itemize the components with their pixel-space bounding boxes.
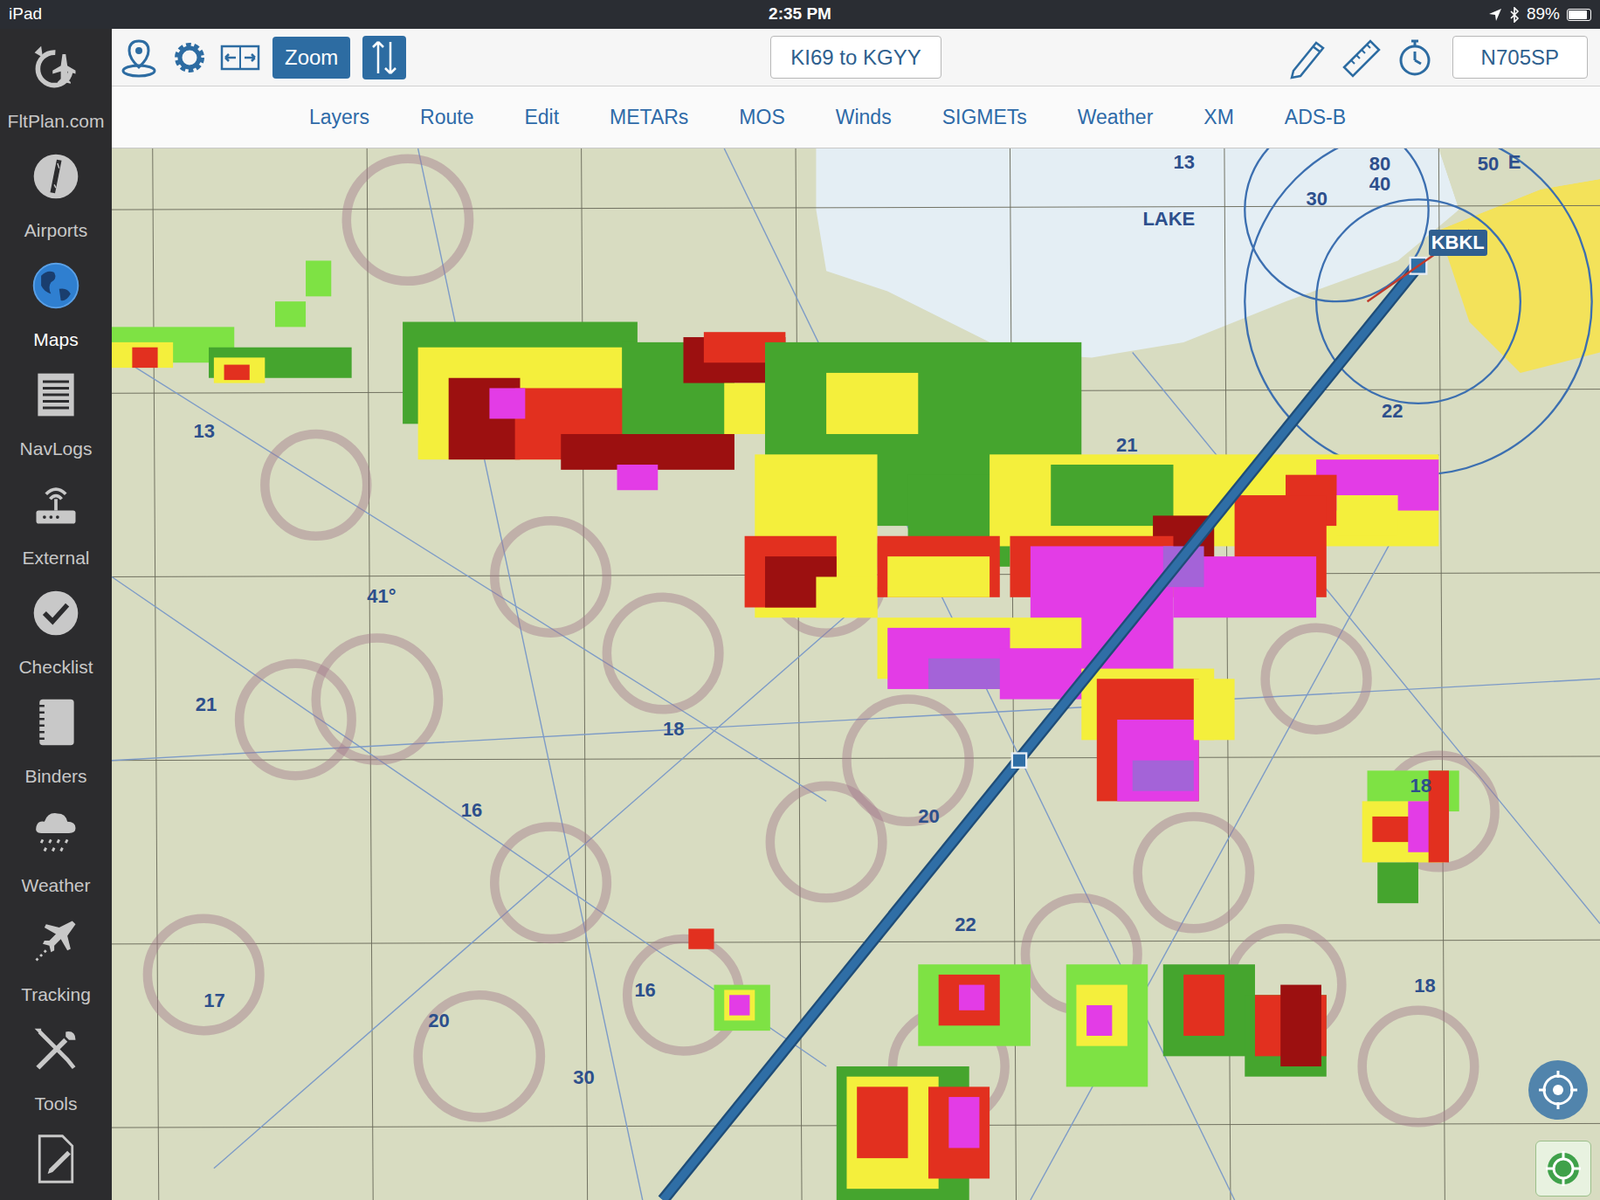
fltplan-icon xyxy=(29,41,83,94)
chart-label: 18 xyxy=(1413,976,1435,996)
sidebar-label: External xyxy=(21,547,90,569)
sidebar-label: NavLogs xyxy=(20,438,93,460)
battery-percent: 89% xyxy=(1526,1,1560,28)
menu-item[interactable]: Route xyxy=(420,102,474,133)
sidebar-label: Binders xyxy=(24,765,87,787)
menu-item[interactable]: SIGMETs xyxy=(942,102,1028,133)
battery-icon xyxy=(1566,8,1592,21)
tools-icon xyxy=(29,1023,83,1076)
tracking-icon xyxy=(29,914,83,967)
sidebar: FltPlan.com Airports Maps NavLogs External Ch… xyxy=(0,28,112,1200)
weather-icon xyxy=(29,805,83,858)
aircraft-button[interactable]: N705SP xyxy=(1452,35,1588,79)
zoom-label: Zoom xyxy=(284,41,338,74)
waypoint-label[interactable]: KBKL xyxy=(1428,229,1488,256)
ruler-icon[interactable] xyxy=(1338,35,1383,80)
sidebar-item[interactable]: FltPlan.com xyxy=(0,28,112,138)
sidebar-label: Tracking xyxy=(20,984,91,1006)
clock: 2:35 PM xyxy=(768,1,832,28)
sidebar-item[interactable]: Maps xyxy=(0,247,112,357)
chart-label: 41° xyxy=(366,586,396,607)
swap-button[interactable] xyxy=(362,35,407,80)
menu-item[interactable]: Winds xyxy=(835,102,892,133)
sectional-chart xyxy=(111,148,1600,1200)
battery-fill xyxy=(1568,10,1587,20)
globe-icon xyxy=(29,259,83,312)
chart-label: 17 xyxy=(203,991,225,1011)
sidebar-item[interactable]: Checklist xyxy=(0,574,112,684)
device-name: iPad xyxy=(8,1,42,28)
track-icon xyxy=(1542,1147,1585,1190)
zoom-button[interactable]: Zoom xyxy=(272,36,351,79)
track-up-button[interactable] xyxy=(1535,1140,1592,1197)
pin-icon[interactable] xyxy=(117,35,161,80)
chart-label: 21 xyxy=(1116,435,1138,456)
toolbar-right: N705SP xyxy=(941,35,1600,80)
split-view-icon[interactable] xyxy=(218,35,263,80)
chart-label: 18 xyxy=(662,719,684,739)
map-menu: Layers Route Edit METARs MOS Winds SIGMETs Weat… xyxy=(111,86,1600,149)
chart-label: 21 xyxy=(195,695,217,715)
chart-label: 16 xyxy=(634,980,656,1000)
external-icon xyxy=(29,477,83,531)
toolbar: Zoom KI69 to KGYY N705SP xyxy=(111,28,1600,87)
chart-label: 30 xyxy=(1305,189,1327,209)
toolbar-left: Zoom xyxy=(111,35,771,80)
sidebar-item[interactable]: Tracking xyxy=(0,902,112,1012)
sidebar-label: FltPlan.com xyxy=(7,110,105,132)
sidebar-item[interactable]: Tools xyxy=(0,1011,112,1121)
chart-label: 30 xyxy=(572,1068,594,1088)
chart-label: 18 xyxy=(1410,776,1432,796)
menu-item[interactable]: Layers xyxy=(309,102,370,133)
gear-icon[interactable] xyxy=(167,35,212,80)
sidebar-item[interactable]: Weather xyxy=(0,793,112,903)
crosshair-icon xyxy=(1537,1068,1580,1111)
menu-item[interactable]: ADS-B xyxy=(1284,102,1346,133)
chart-label: 40 xyxy=(1369,174,1391,194)
bluetooth-icon xyxy=(1509,6,1520,23)
updown-arrows-icon xyxy=(366,38,402,77)
navlog-icon xyxy=(29,368,83,421)
chart-label: 80 xyxy=(1369,154,1391,174)
chart-label: 13 xyxy=(1172,152,1194,173)
pencil-icon[interactable] xyxy=(1284,35,1329,80)
sidebar-label: Checklist xyxy=(18,656,93,678)
center-location-button[interactable] xyxy=(1528,1060,1588,1120)
menu-item[interactable]: Edit xyxy=(524,102,559,133)
route-label: KI69 to KGYY xyxy=(790,41,921,74)
route-button[interactable]: KI69 to KGYY xyxy=(770,35,941,79)
document-icon xyxy=(29,1132,83,1186)
sidebar-item[interactable]: External xyxy=(0,465,112,575)
sidebar-label: Weather xyxy=(21,875,91,897)
menu-item[interactable]: MOS xyxy=(738,102,785,133)
map[interactable]: LAKE E 13 8040 50 30 21 22 13 21 16 18 20 17 22 18 16 30 2… xyxy=(111,148,1600,1200)
chart-label: 22 xyxy=(1381,401,1403,421)
chart-label: E xyxy=(1508,152,1522,173)
location-icon xyxy=(1488,7,1503,22)
menu-item[interactable]: METARs xyxy=(609,102,689,133)
sidebar-item[interactable]: Binders xyxy=(0,683,112,794)
aircraft-label: N705SP xyxy=(1481,41,1559,74)
chart-label: 20 xyxy=(917,806,939,827)
chart-label: 22 xyxy=(954,915,976,935)
chart-label: LAKE xyxy=(1142,209,1195,229)
sidebar-label: Maps xyxy=(33,329,78,351)
sidebar-item[interactable] xyxy=(0,1120,112,1200)
chart-label: 20 xyxy=(427,1011,449,1031)
status-bar: iPad 2:35 PM 89% xyxy=(0,0,1600,29)
binder-icon xyxy=(29,696,83,749)
chart-label: 16 xyxy=(461,800,483,821)
sidebar-item[interactable]: Airports xyxy=(0,137,112,248)
stopwatch-icon[interactable] xyxy=(1393,35,1437,80)
check-icon xyxy=(29,586,83,640)
menu-item[interactable]: XM xyxy=(1203,102,1235,133)
chart-label: 50 xyxy=(1477,154,1499,174)
sidebar-item[interactable]: NavLogs xyxy=(0,356,112,466)
status-icons: 89% xyxy=(1488,1,1592,28)
sidebar-label: Airports xyxy=(24,220,88,242)
chart-label: 13 xyxy=(193,421,214,442)
airport-icon xyxy=(29,150,83,203)
menu-item[interactable]: Weather xyxy=(1077,102,1154,133)
sidebar-label: Tools xyxy=(34,1093,77,1115)
